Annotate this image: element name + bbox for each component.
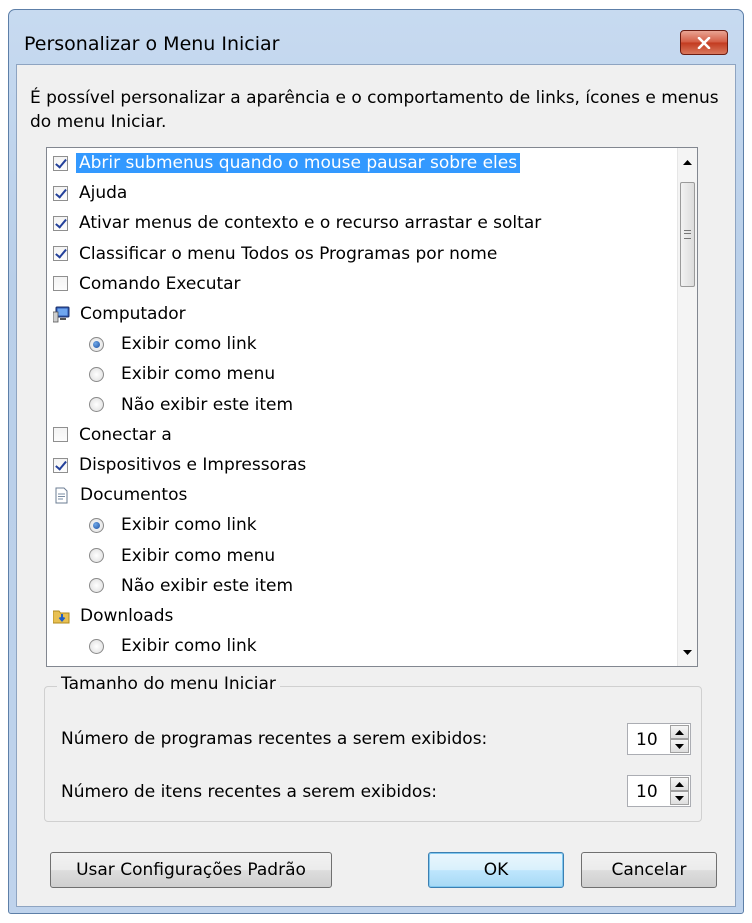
radio-button[interactable]: [89, 638, 104, 654]
option-label: Ajuda: [79, 183, 128, 204]
option-label: Ativar menus de contexto e o recurso arr…: [79, 213, 542, 234]
arrow-up-icon: [675, 729, 684, 735]
cancel-button[interactable]: Cancelar: [581, 852, 717, 888]
computer-icon: [52, 306, 70, 323]
options-list[interactable]: Abrir submenus quando o mouse pausar sob…: [46, 147, 698, 667]
option-label: Não exibir este item: [121, 394, 294, 415]
radio-button[interactable]: [89, 578, 104, 594]
recent-items-value[interactable]: 10: [636, 782, 658, 802]
option-label: Não exibir este item: [121, 575, 294, 596]
radio-button[interactable]: [89, 548, 104, 564]
list-section-header: Computador: [52, 300, 189, 328]
description-text: É possível personalizar a aparência e o …: [30, 88, 719, 132]
decrement-button[interactable]: [670, 791, 689, 805]
checkbox[interactable]: [53, 215, 68, 231]
group-legend: Tamanho do menu Iniciar: [57, 674, 280, 694]
recent-programs-label: Número de programas recentes a serem exi…: [61, 729, 488, 749]
scrollbar-thumb[interactable]: [680, 182, 695, 287]
checkbox[interactable]: [53, 276, 68, 292]
radio-button[interactable]: [89, 517, 104, 533]
increment-button[interactable]: [670, 777, 689, 791]
dialog-client-area: É possível personalizar a aparência e o …: [16, 64, 736, 907]
option-label: Exibir como link: [121, 515, 257, 536]
checkbox-item[interactable]: Dispositivos e Impressoras: [53, 451, 309, 479]
radio-option[interactable]: Não exibir este item: [89, 391, 296, 419]
radio-button[interactable]: [89, 366, 104, 382]
arrow-up-icon: [675, 781, 684, 787]
radio-option[interactable]: Exibir como menu: [89, 542, 278, 570]
recent-programs-value[interactable]: 10: [636, 730, 658, 750]
checkbox[interactable]: [53, 155, 68, 171]
recent-programs-stepper[interactable]: 10: [627, 723, 691, 755]
scroll-down-button[interactable]: [678, 642, 697, 662]
option-label: Exibir como link: [121, 636, 257, 657]
radio-option[interactable]: Exibir como menu: [89, 360, 278, 388]
radio-button[interactable]: [89, 336, 104, 352]
decrement-button[interactable]: [670, 739, 689, 753]
checkbox[interactable]: [53, 185, 68, 201]
start-menu-size-group: Tamanho do menu Iniciar Número de progra…: [44, 674, 702, 822]
checkbox-item[interactable]: Ativar menus de contexto e o recurso arr…: [53, 209, 544, 237]
radio-option[interactable]: Não exibir este item: [89, 572, 296, 600]
vertical-scrollbar[interactable]: [677, 148, 697, 666]
checkbox[interactable]: [53, 427, 68, 443]
checkbox-item[interactable]: Ajuda: [53, 179, 130, 207]
radio-option[interactable]: Exibir como link: [89, 511, 260, 539]
scroll-up-button[interactable]: [678, 152, 697, 172]
increment-button[interactable]: [670, 725, 689, 739]
ok-button[interactable]: OK: [428, 852, 564, 888]
arrow-up-icon: [683, 159, 692, 165]
arrow-down-icon: [675, 743, 684, 749]
use-default-settings-button[interactable]: Usar Configurações Padrão: [50, 852, 332, 888]
checkbox[interactable]: [53, 457, 68, 473]
window-title: Personalizar o Menu Iniciar: [24, 33, 280, 55]
close-button[interactable]: [680, 30, 728, 55]
radio-option[interactable]: Exibir como link: [89, 330, 260, 358]
checkbox-item[interactable]: Conectar a: [53, 421, 175, 449]
checkbox-item[interactable]: Abrir submenus quando o mouse pausar sob…: [53, 149, 521, 177]
checkbox[interactable]: [53, 246, 68, 262]
option-label: Documentos: [80, 485, 188, 506]
radio-option[interactable]: Exibir como link: [89, 632, 260, 660]
option-label: Computador: [80, 304, 186, 324]
option-label: Comando Executar: [79, 273, 241, 294]
close-icon: [697, 36, 711, 49]
option-label: Conectar a: [79, 424, 172, 445]
list-section-header: Downloads: [52, 602, 176, 630]
option-label: Dispositivos e Impressoras: [79, 455, 307, 475]
recent-items-label: Número de itens recentes a serem exibido…: [61, 782, 437, 802]
option-label: Exibir como menu: [121, 364, 276, 385]
checkbox-item[interactable]: Classificar o menu Todos os Programas po…: [53, 240, 500, 268]
recent-items-stepper[interactable]: 10: [627, 775, 691, 807]
radio-button[interactable]: [89, 397, 104, 413]
documents-icon: [53, 487, 70, 504]
option-label: Exibir como menu: [121, 545, 276, 566]
option-label: Exibir como link: [121, 334, 257, 355]
arrow-down-icon: [683, 649, 692, 655]
option-label: Downloads: [80, 606, 174, 626]
list-section-header: Documentos: [53, 481, 190, 509]
grip-icon: [684, 230, 691, 239]
arrow-down-icon: [675, 795, 684, 801]
option-label: Abrir submenus quando o mouse pausar sob…: [76, 153, 521, 173]
option-label: Classificar o menu Todos os Programas po…: [79, 243, 498, 264]
downloads-folder-icon: [52, 608, 70, 625]
checkbox-item[interactable]: Comando Executar: [53, 270, 244, 298]
